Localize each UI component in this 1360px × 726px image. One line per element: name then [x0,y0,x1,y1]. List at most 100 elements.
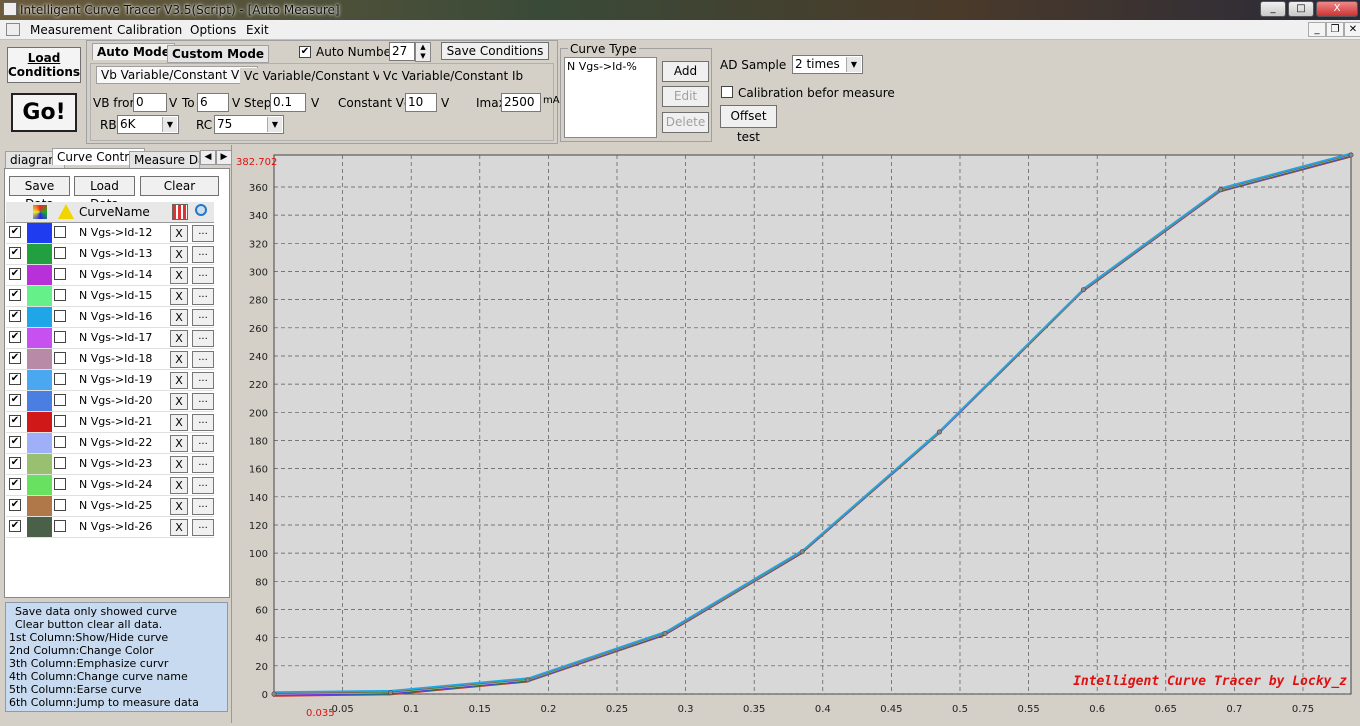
tab-custom-mode[interactable]: Custom Mode [167,45,270,63]
erase-curve-button[interactable]: X [170,372,188,389]
erase-curve-button[interactable]: X [170,456,188,473]
jump-to-data-button[interactable]: ... [192,225,214,242]
emphasize-checkbox[interactable] [54,331,66,343]
load-data-button[interactable]: Load Data [74,176,135,211]
erase-curve-button[interactable]: X [170,267,188,284]
constant-vce-input[interactable]: 10 [405,93,437,112]
curve-color-swatch[interactable] [27,328,52,348]
curve-color-swatch[interactable] [27,475,52,495]
offset-test-button[interactable]: Offset test [720,105,777,144]
emphasize-checkbox[interactable] [54,226,66,238]
menu-options[interactable]: Options [190,23,236,37]
save-data-button[interactable]: Save Data [9,176,70,211]
curve-name[interactable]: N Vgs->Id-12 [79,226,152,239]
emphasize-checkbox[interactable] [54,415,66,427]
jump-to-data-button[interactable]: ... [192,519,214,536]
curve-color-swatch[interactable] [27,244,52,264]
curve-color-swatch[interactable] [27,307,52,327]
show-curve-checkbox[interactable]: ✔ [9,436,21,448]
go-button[interactable]: Go! [11,93,77,132]
tab-measure-data[interactable]: Measure Data [129,151,200,169]
show-curve-checkbox[interactable]: ✔ [9,310,21,322]
calibration-checkbox[interactable] [721,86,733,98]
edit-button[interactable]: Edit [662,86,709,107]
emphasize-checkbox[interactable] [54,436,66,448]
curve-name[interactable]: N Vgs->Id-24 [79,478,152,491]
erase-curve-button[interactable]: X [170,414,188,431]
emphasize-checkbox[interactable] [54,373,66,385]
auto-number-input[interactable]: 27 [389,42,415,61]
erase-curve-button[interactable]: X [170,330,188,347]
delete-button[interactable]: Delete [662,112,709,133]
erase-curve-button[interactable]: X [170,288,188,305]
curve-color-swatch[interactable] [27,517,52,537]
emphasize-checkbox[interactable] [54,499,66,511]
maximize-button[interactable]: □ [1288,1,1314,17]
erase-curve-button[interactable]: X [170,246,188,263]
tab-vc-variable-ib[interactable]: Vc Variable/Constant Ib [379,68,528,84]
erase-curve-button[interactable]: X [170,393,188,410]
emphasize-checkbox[interactable] [54,310,66,322]
curve-color-swatch[interactable] [27,496,52,516]
curve-type-item[interactable]: N Vgs->Id-% [567,60,637,73]
save-conditions-button[interactable]: Save Conditions [441,42,549,60]
show-curve-checkbox[interactable]: ✔ [9,478,21,490]
erase-curve-button[interactable]: X [170,498,188,515]
show-curve-checkbox[interactable]: ✔ [9,331,21,343]
curve-name[interactable]: N Vgs->Id-22 [79,436,152,449]
jump-to-data-button[interactable]: ... [192,414,214,431]
erase-curve-button[interactable]: X [170,435,188,452]
curve-name[interactable]: N Vgs->Id-26 [79,520,152,533]
add-button[interactable]: Add [662,61,709,82]
emphasize-checkbox[interactable] [54,289,66,301]
jump-to-data-button[interactable]: ... [192,309,214,326]
curve-type-list[interactable]: N Vgs->Id-% [564,57,657,138]
menu-exit[interactable]: Exit [246,23,269,37]
emphasize-checkbox[interactable] [54,478,66,490]
jump-to-data-button[interactable]: ... [192,351,214,368]
erase-curve-button[interactable]: X [170,519,188,536]
curve-color-swatch[interactable] [27,223,52,243]
tab-scroll-right-button[interactable]: ▶ [216,150,232,165]
show-curve-checkbox[interactable]: ✔ [9,520,21,532]
jump-to-data-button[interactable]: ... [192,498,214,515]
imax-input[interactable]: 2500 [501,93,541,112]
show-curve-checkbox[interactable]: ✔ [9,373,21,385]
curve-name[interactable]: N Vgs->Id-14 [79,268,152,281]
erase-curve-button[interactable]: X [170,225,188,242]
clear-button[interactable]: Clear [140,176,219,196]
show-curve-checkbox[interactable]: ✔ [9,352,21,364]
emphasize-checkbox[interactable] [54,352,66,364]
curve-name[interactable]: N Vgs->Id-17 [79,331,152,344]
show-curve-checkbox[interactable]: ✔ [9,289,21,301]
jump-to-data-button[interactable]: ... [192,246,214,263]
jump-to-data-button[interactable]: ... [192,477,214,494]
minimize-button[interactable]: _ [1260,1,1286,17]
jump-to-data-button[interactable]: ... [192,456,214,473]
curve-color-swatch[interactable] [27,349,52,369]
curve-color-swatch[interactable] [27,433,52,453]
jump-to-data-button[interactable]: ... [192,393,214,410]
curve-color-swatch[interactable] [27,265,52,285]
curve-name[interactable]: N Vgs->Id-18 [79,352,152,365]
curve-name[interactable]: N Vgs->Id-23 [79,457,152,470]
jump-to-data-button[interactable]: ... [192,435,214,452]
show-curve-checkbox[interactable]: ✔ [9,499,21,511]
rb-select[interactable]: 6K ▼ [117,115,179,134]
jump-to-data-button[interactable]: ... [192,288,214,305]
close-button[interactable]: X [1316,1,1358,17]
curve-name[interactable]: N Vgs->Id-15 [79,289,152,302]
tab-vb-variable[interactable]: Vb Variable/Constant Vce [96,66,259,84]
rc-select[interactable]: 75 ▼ [214,115,284,134]
ad-sample-select[interactable]: 2 times ▼ [792,55,863,74]
curve-name[interactable]: N Vgs->Id-20 [79,394,152,407]
erase-curve-button[interactable]: X [170,477,188,494]
show-curve-checkbox[interactable]: ✔ [9,457,21,469]
mdi-restore-button[interactable]: ❐ [1326,22,1344,37]
show-curve-checkbox[interactable]: ✔ [9,415,21,427]
erase-curve-button[interactable]: X [170,309,188,326]
show-curve-checkbox[interactable]: ✔ [9,394,21,406]
curve-color-swatch[interactable] [27,391,52,411]
curve-name[interactable]: N Vgs->Id-21 [79,415,152,428]
curve-name[interactable]: N Vgs->Id-13 [79,247,152,260]
